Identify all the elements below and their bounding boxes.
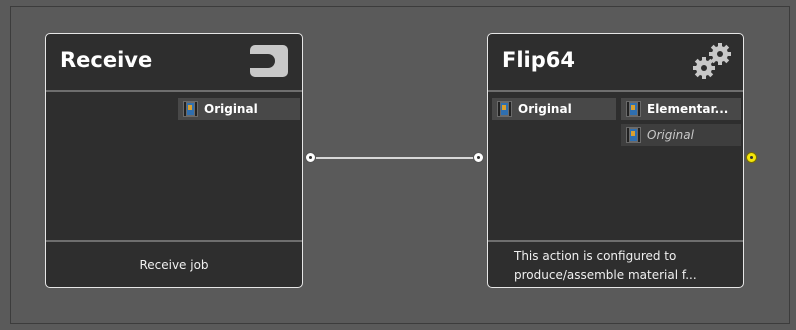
flip64-node[interactable]: Flip64 Original Elementar... Original Th… [487, 33, 744, 288]
flip64-node-title: Flip64 [502, 48, 575, 72]
flip64-output-label-original: Original [647, 128, 694, 142]
flip64-input-port[interactable] [473, 152, 484, 163]
receive-output-label: Original [204, 102, 258, 116]
receive-output-chip[interactable]: Original [178, 98, 300, 120]
flip64-footer-line1: This action is configured to [514, 249, 677, 263]
receive-icon [248, 42, 290, 80]
film-icon [497, 101, 512, 117]
flip64-output-chip-elementary[interactable]: Elementar... [621, 98, 741, 120]
flip64-input-label: Original [518, 102, 572, 116]
film-icon [626, 127, 641, 143]
gears-icon [690, 40, 734, 82]
connection-line[interactable] [316, 157, 475, 159]
receive-output-port[interactable] [305, 152, 316, 163]
flip64-footer-line2: produce/assemble material f... [514, 268, 697, 282]
flip64-input-chip[interactable]: Original [492, 98, 616, 120]
film-icon [183, 101, 198, 117]
flip64-output-chip-original[interactable]: Original [621, 124, 741, 146]
film-icon [626, 101, 641, 117]
flip64-output-port[interactable] [746, 152, 757, 163]
receive-footer: Receive job [139, 258, 209, 272]
flip64-output-label-elementary: Elementar... [647, 102, 729, 116]
receive-node-title: Receive [60, 48, 153, 72]
receive-node[interactable]: Receive Original Receive job [45, 33, 303, 288]
